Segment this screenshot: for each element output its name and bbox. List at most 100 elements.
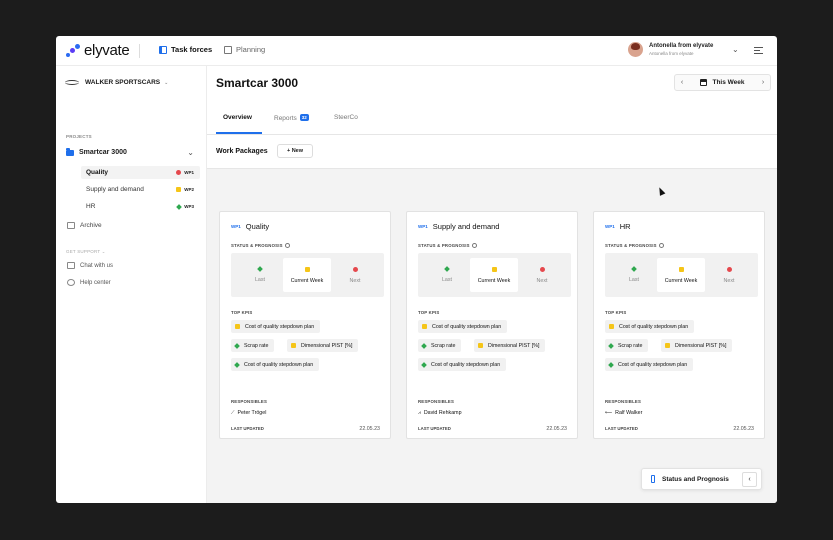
new-workpackage-button[interactable]: + New — [277, 144, 313, 158]
workpackage-card[interactable]: WP1 Quality STATUS & PROGNOSIS Last Curr… — [219, 211, 391, 439]
collapse-panel-button[interactable]: ‹ — [742, 472, 757, 487]
org-logo-icon — [65, 80, 79, 85]
avatar — [628, 42, 643, 57]
status-yellow-icon — [491, 267, 497, 272]
tab-steerco[interactable]: SteerCo — [334, 114, 358, 121]
responsible-person[interactable]: ⟵ Ralf Walker — [605, 410, 642, 416]
last-updated-label: LAST UPDATED — [231, 426, 264, 431]
status-yellow-icon — [665, 343, 670, 348]
tab-overview[interactable]: Overview — [223, 114, 252, 121]
signature-icon: ⟋ — [231, 410, 235, 416]
card-header: WP1 Quality — [231, 222, 269, 231]
responsible-person[interactable]: ⩘ David Rehkamp — [418, 410, 462, 416]
responsible-person[interactable]: ⟋ Peter Trögel — [231, 410, 266, 416]
kpi-item[interactable]: Cost of quality stepdown plan — [231, 320, 321, 333]
project-item[interactable]: Smartcar 3000 ⌄ — [66, 147, 196, 157]
top-bar: elyvate Task forces Planning Antonella f… — [56, 36, 777, 66]
chevron-down-icon[interactable]: ⌄ — [732, 45, 739, 54]
settings-icon[interactable] — [754, 46, 763, 55]
chevron-down-icon: ⌄ — [164, 79, 169, 86]
chevron-down-icon[interactable]: ⌄ — [187, 148, 194, 157]
kpi-item[interactable]: Cost of quality stepdown plan — [605, 320, 695, 333]
status-label: STATUS & PROGNOSIS — [418, 243, 477, 248]
status-green-icon — [444, 266, 450, 272]
nav-task-forces[interactable]: Task forces — [159, 45, 212, 54]
card-title: HR — [619, 222, 631, 231]
kpi-item[interactable]: Dimensional PIST [%] — [287, 339, 359, 352]
workpackage-card[interactable]: WP1 Supply and demand STATUS & PROGNOSIS… — [406, 211, 578, 439]
workpackage-card[interactable]: WP1 HR STATUS & PROGNOSIS Last Current W… — [593, 211, 765, 439]
sidebar-item-quality[interactable]: Quality WP1 — [81, 166, 200, 179]
sidebar-item-label: Quality — [86, 169, 109, 176]
wp-code: WP1 — [605, 224, 615, 229]
sidebar-item-archive[interactable]: Archive — [67, 222, 102, 229]
card-title: Quality — [245, 222, 270, 231]
status-last[interactable]: Last — [610, 258, 658, 292]
sidebar-item-supply[interactable]: Supply and demand WP2 — [81, 183, 200, 196]
info-icon[interactable] — [471, 243, 477, 248]
kpi-item[interactable]: Cost of quality stepdown plan — [605, 358, 694, 371]
status-yellow-icon — [422, 324, 427, 329]
kpi-item[interactable]: Scrap rate — [231, 339, 275, 352]
kpi-item[interactable]: Dimensional PIST [%] — [661, 339, 733, 352]
kpi-item[interactable]: Scrap rate — [418, 339, 462, 352]
prev-week-button[interactable]: ‹ — [675, 79, 689, 86]
last-updated-label: LAST UPDATED — [418, 426, 451, 431]
status-last[interactable]: Last — [423, 258, 471, 292]
next-week-button[interactable]: › — [756, 79, 770, 86]
week-label-button[interactable]: This Week — [689, 79, 756, 86]
user-name: Antonella from elyvate — [649, 43, 714, 49]
status-next[interactable]: Next — [518, 258, 566, 292]
card-title: Supply and demand — [432, 222, 500, 231]
kpis-label: TOP KPIS — [231, 310, 253, 315]
logo-text: elyvate — [84, 42, 130, 59]
org-switcher[interactable]: WALKER SPORTSCARS ⌄ — [65, 79, 168, 86]
last-updated-date: 22.05.23 — [733, 426, 754, 432]
status-yellow-icon — [304, 267, 310, 272]
kpi-item[interactable]: Cost of quality stepdown plan — [231, 358, 320, 371]
responsibles-label: RESPONSIBLES — [231, 399, 268, 404]
last-updated-label: LAST UPDATED — [605, 426, 638, 431]
kpi-item[interactable]: Cost of quality stepdown plan — [418, 320, 508, 333]
tab-reports[interactable]: Reports 32 — [274, 114, 309, 122]
org-name: WALKER SPORTSCARS — [85, 79, 161, 86]
user-menu[interactable]: Antonella from elyvate Antonella from el… — [628, 42, 713, 57]
user-subtitle: Antonella from elyvate — [649, 51, 694, 56]
status-green-icon — [421, 342, 427, 349]
info-icon[interactable] — [284, 243, 290, 248]
nav-task-forces-label: Task forces — [171, 45, 213, 54]
status-prognosis-panel[interactable]: Status and Prognosis ‹ — [641, 468, 762, 490]
status-current[interactable]: Current Week — [470, 258, 518, 292]
workpackages-header: Work Packages + New — [207, 135, 777, 169]
status-yellow-icon — [678, 267, 684, 272]
help-link[interactable]: Help center — [67, 279, 111, 286]
status-last[interactable]: Last — [236, 258, 284, 292]
sidebar-item-hr[interactable]: HR WP3 — [81, 200, 200, 213]
status-green-icon — [608, 361, 614, 368]
kpi-item[interactable]: Dimensional PIST [%] — [474, 339, 546, 352]
wp-badge: WP1 — [176, 170, 194, 175]
status-next[interactable]: Next — [331, 258, 379, 292]
status-label: STATUS & PROGNOSIS — [231, 243, 290, 248]
status-prognosis-label: Status and Prognosis — [662, 475, 729, 483]
last-updated-date: 22.05.23 — [546, 426, 567, 432]
sidebar: WALKER SPORTSCARS ⌄ PROJECTS Smartcar 30… — [56, 66, 207, 503]
nav-planning[interactable]: Planning — [224, 45, 265, 54]
last-updated-date: 22.05.23 — [359, 426, 380, 432]
info-icon[interactable] — [658, 243, 664, 248]
main-content: Smartcar 3000 ‹ This Week › Overview Rep… — [207, 66, 777, 503]
status-red-icon — [539, 267, 545, 272]
chat-link[interactable]: Chat with us — [67, 262, 113, 269]
status-current[interactable]: Current Week — [283, 258, 331, 292]
card-header: WP1 Supply and demand — [418, 222, 499, 231]
status-current[interactable]: Current Week — [657, 258, 705, 292]
reports-count-badge: 32 — [299, 114, 309, 121]
help-label: Help center — [80, 279, 111, 286]
logo[interactable]: elyvate — [66, 42, 130, 59]
kpi-item[interactable]: Cost of quality stepdown plan — [418, 358, 507, 371]
card-header: WP1 HR — [605, 222, 631, 231]
status-next[interactable]: Next — [705, 258, 753, 292]
app-window: elyvate Task forces Planning Antonella f… — [56, 36, 777, 503]
calendar-icon — [700, 79, 708, 86]
kpi-item[interactable]: Scrap rate — [605, 339, 649, 352]
